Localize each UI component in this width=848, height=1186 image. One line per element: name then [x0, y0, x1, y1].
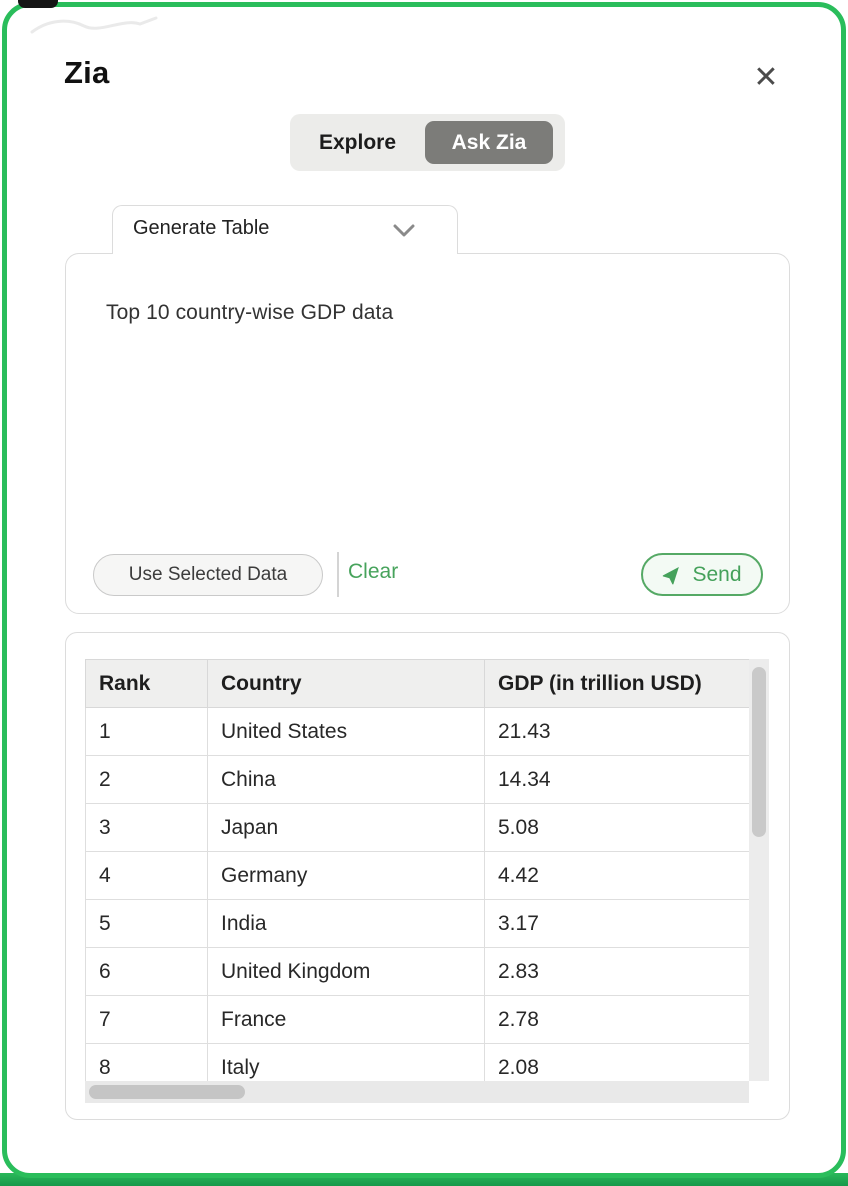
close-button[interactable]: ✕: [746, 58, 786, 98]
table-cell: 6: [86, 948, 208, 996]
send-label: Send: [692, 563, 741, 587]
table-cell: 3: [86, 804, 208, 852]
table-cell: 2.78: [485, 996, 750, 1044]
clipped-background-shape: [18, 0, 58, 8]
table-cell: 7: [86, 996, 208, 1044]
table-cell: 4: [86, 852, 208, 900]
column-header: GDP (in trillion USD): [485, 660, 750, 708]
prompt-panel: Top 10 country-wise GDP data Use Selecte…: [65, 253, 790, 614]
table-row: 6United Kingdom2.83: [86, 948, 750, 996]
tab-explore[interactable]: Explore: [290, 131, 425, 155]
page-title: Zia: [64, 55, 109, 91]
table-cell: Germany: [208, 852, 485, 900]
horizontal-scrollbar[interactable]: [85, 1081, 749, 1103]
chevron-down-icon: [393, 224, 415, 238]
clear-button[interactable]: Clear: [348, 560, 398, 584]
use-selected-data-button[interactable]: Use Selected Data: [93, 554, 323, 596]
table-cell: 8: [86, 1044, 208, 1082]
horizontal-scrollbar-thumb[interactable]: [89, 1085, 245, 1099]
send-button[interactable]: Send: [641, 553, 763, 596]
zia-dialog: Zia ✕ Explore Ask Zia Generate Table Top…: [0, 0, 848, 1186]
table-cell: United States: [208, 708, 485, 756]
close-icon: ✕: [753, 61, 778, 94]
column-header: Rank: [86, 660, 208, 708]
table-cell: 2.83: [485, 948, 750, 996]
table-cell: 4.42: [485, 852, 750, 900]
table-cell: 14.34: [485, 756, 750, 804]
table-cell: 5: [86, 900, 208, 948]
result-table-card: RankCountryGDP (in trillion USD) 1United…: [65, 632, 790, 1120]
column-header: Country: [208, 660, 485, 708]
table-cell: 3.17: [485, 900, 750, 948]
table-cell: 5.08: [485, 804, 750, 852]
artifact-scribble: [28, 12, 178, 40]
table-cell: 21.43: [485, 708, 750, 756]
table-row: 8Italy2.08: [86, 1044, 750, 1082]
gdp-table: RankCountryGDP (in trillion USD) 1United…: [85, 659, 749, 1081]
prompt-input[interactable]: Top 10 country-wise GDP data: [106, 301, 393, 325]
generate-table-dropdown[interactable]: Generate Table: [112, 205, 458, 254]
mode-toggle: Explore Ask Zia: [290, 114, 565, 171]
divider: [337, 552, 339, 597]
table-row: 7France2.78: [86, 996, 750, 1044]
table-header-row: RankCountryGDP (in trillion USD): [86, 660, 750, 708]
table-cell: China: [208, 756, 485, 804]
table-cell: 1: [86, 708, 208, 756]
send-icon: [658, 558, 689, 589]
table-viewport: RankCountryGDP (in trillion USD) 1United…: [85, 659, 749, 1081]
tab-ask-zia[interactable]: Ask Zia: [425, 121, 553, 164]
table-cell: Italy: [208, 1044, 485, 1082]
scrollbar-corner: [749, 1081, 769, 1103]
table-cell: India: [208, 900, 485, 948]
table-cell: France: [208, 996, 485, 1044]
table-row: 3Japan5.08: [86, 804, 750, 852]
table-cell: Japan: [208, 804, 485, 852]
vertical-scrollbar[interactable]: [749, 659, 769, 1081]
table-row: 1United States21.43: [86, 708, 750, 756]
table-cell: United Kingdom: [208, 948, 485, 996]
table-row: 2China14.34: [86, 756, 750, 804]
table-cell: 2: [86, 756, 208, 804]
dropdown-selected-label: Generate Table: [133, 217, 393, 244]
table-row: 4Germany4.42: [86, 852, 750, 900]
vertical-scrollbar-thumb[interactable]: [752, 667, 766, 837]
table-cell: 2.08: [485, 1044, 750, 1082]
table-row: 5India3.17: [86, 900, 750, 948]
